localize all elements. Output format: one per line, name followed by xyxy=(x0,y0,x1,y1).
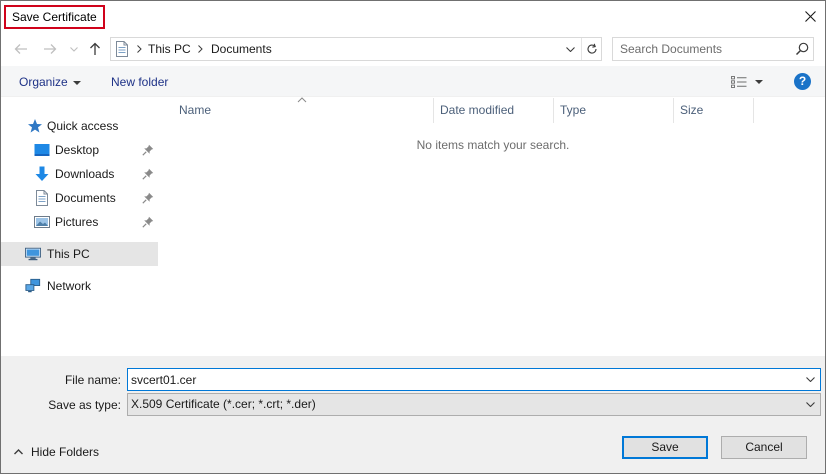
help-button[interactable]: ? xyxy=(794,73,811,90)
sidebar-item-downloads[interactable]: Downloads xyxy=(1,162,158,186)
desktop-folder-icon xyxy=(34,144,50,156)
details-view-icon xyxy=(731,76,747,88)
window-title: Save Certificate xyxy=(4,5,105,29)
sidebar-item-documents[interactable]: Documents xyxy=(1,186,158,210)
document-icon xyxy=(36,190,48,206)
network-icon xyxy=(25,278,41,293)
recent-locations-button[interactable] xyxy=(63,37,85,61)
address-bar[interactable]: This PC Documents xyxy=(110,37,602,61)
navigation-pane: Quick access Desktop Downloads Documents… xyxy=(1,98,158,356)
hide-folders-button[interactable]: Hide Folders xyxy=(14,444,99,460)
pictures-icon xyxy=(34,216,50,228)
up-button[interactable] xyxy=(84,37,106,61)
sidebar-item-desktop[interactable]: Desktop xyxy=(1,138,158,162)
column-header-date-modified[interactable]: Date modified xyxy=(434,98,554,123)
breadcrumb-documents[interactable]: Documents xyxy=(211,38,272,60)
chevron-down-icon xyxy=(805,377,815,382)
hide-folders-label: Hide Folders xyxy=(31,445,100,459)
sidebar-item-network[interactable]: Network xyxy=(1,274,158,298)
organize-button[interactable]: Organize xyxy=(19,73,81,91)
chevron-up-icon xyxy=(14,449,23,455)
pin-icon[interactable] xyxy=(142,144,154,156)
title-bar: Save Certificate xyxy=(1,1,825,32)
sidebar-item-quick-access[interactable]: Quick access xyxy=(1,114,158,138)
document-folder-icon xyxy=(116,41,128,57)
sidebar-item-label: Pictures xyxy=(55,215,99,229)
search-box[interactable] xyxy=(612,37,814,61)
sidebar-item-label: Downloads xyxy=(55,167,115,181)
close-button[interactable] xyxy=(795,1,825,31)
pin-icon[interactable] xyxy=(142,192,154,204)
save-as-type-value: X.509 Certificate (*.cer; *.crt; *.der) xyxy=(131,397,316,411)
new-folder-button[interactable]: New folder xyxy=(111,73,168,91)
search-button[interactable] xyxy=(794,41,810,57)
column-header-name[interactable]: Name xyxy=(173,98,434,123)
column-header-size[interactable]: Size xyxy=(674,98,754,123)
chevron-down-icon xyxy=(565,46,575,52)
sidebar-item-label: Quick access xyxy=(47,119,119,133)
caret-down-icon xyxy=(755,80,763,84)
save-as-type-select[interactable]: X.509 Certificate (*.cer; *.crt; *.der) xyxy=(127,393,821,416)
save-as-type-label: Save as type: xyxy=(48,398,121,412)
file-name-input[interactable] xyxy=(128,369,798,390)
file-name-label: File name: xyxy=(64,373,121,387)
save-as-type-dropdown-button[interactable] xyxy=(800,394,820,415)
breadcrumb-this-pc[interactable]: This PC xyxy=(148,38,191,60)
refresh-button[interactable] xyxy=(581,38,601,60)
cancel-button[interactable]: Cancel xyxy=(721,436,807,459)
chevron-right-icon xyxy=(137,45,142,53)
pin-icon[interactable] xyxy=(142,168,154,180)
forward-button[interactable] xyxy=(39,37,61,61)
computer-icon xyxy=(25,247,41,261)
breadcrumb-separator[interactable] xyxy=(137,38,142,60)
sidebar-item-pictures[interactable]: Pictures xyxy=(1,210,158,234)
column-header-type[interactable]: Type xyxy=(554,98,674,123)
file-name-dropdown-button[interactable] xyxy=(800,369,820,390)
address-history-dropdown[interactable] xyxy=(559,38,581,60)
save-panel: File name: Save as type: X.509 Certifica… xyxy=(1,356,825,473)
sidebar-item-label: Desktop xyxy=(55,143,100,157)
file-list: Name Date modified Type Size No items ma… xyxy=(158,97,825,356)
pin-icon[interactable] xyxy=(142,216,154,228)
caret-down-icon xyxy=(72,80,81,85)
save-certificate-dialog: Save Certificate This PC Documents Searc… xyxy=(0,0,826,474)
star-icon xyxy=(28,119,42,133)
chevron-down-icon xyxy=(805,402,815,407)
chevron-down-icon xyxy=(70,46,78,52)
search-icon xyxy=(795,42,809,56)
address-row: This PC Documents xyxy=(1,37,825,61)
sidebar-item-label: This PC xyxy=(47,247,90,261)
file-name-combobox[interactable] xyxy=(127,368,821,391)
breadcrumb-separator[interactable] xyxy=(198,38,203,60)
chevron-right-icon xyxy=(198,45,203,53)
save-button[interactable]: Save xyxy=(622,436,708,459)
back-button[interactable] xyxy=(10,37,32,61)
arrow-left-icon xyxy=(14,44,27,54)
download-arrow-icon xyxy=(35,166,49,181)
refresh-icon xyxy=(586,43,597,54)
organize-label: Organize xyxy=(19,75,68,89)
sidebar-item-label: Documents xyxy=(55,191,116,205)
arrow-up-icon xyxy=(90,42,100,55)
empty-state-message: No items match your search. xyxy=(416,138,570,152)
change-view-button[interactable] xyxy=(731,73,771,91)
sidebar-item-label: Network xyxy=(47,279,92,293)
close-icon xyxy=(804,10,816,22)
sidebar-item-this-pc[interactable]: This PC xyxy=(1,242,158,266)
search-input[interactable] xyxy=(613,38,789,60)
command-bar: Organize New folder ? xyxy=(1,66,825,97)
arrow-right-icon xyxy=(44,44,57,54)
